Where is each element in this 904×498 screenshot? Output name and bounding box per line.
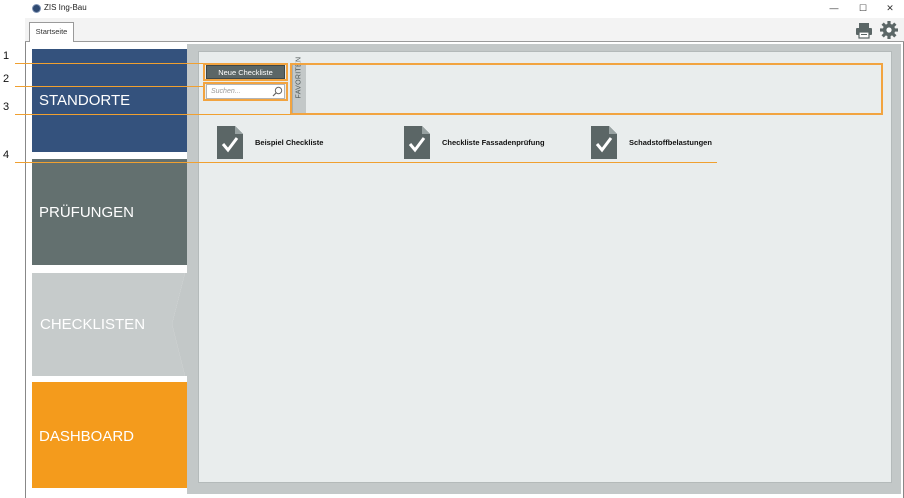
callout-number: 1 xyxy=(3,50,10,62)
callout-line-4 xyxy=(15,162,717,163)
callout-highlight-search xyxy=(203,82,288,101)
window-title: ZIS Ing-Bau xyxy=(44,3,87,12)
checklist-label: Schadstoffbelastungen xyxy=(629,138,712,147)
nav-label: STANDORTE xyxy=(39,92,131,109)
checklist-area xyxy=(198,51,892,483)
minimize-button[interactable]: — xyxy=(822,1,846,16)
nav-pruefungen[interactable]: PRÜFUNGEN xyxy=(32,159,187,265)
callout-number: 4 xyxy=(3,149,10,161)
maximize-button[interactable]: ☐ xyxy=(851,1,875,16)
checklist-item[interactable]: Beispiel Checkliste xyxy=(217,126,367,160)
nav-label: CHECKLISTEN xyxy=(40,316,146,333)
callout-line-2 xyxy=(15,86,203,87)
tab-strip xyxy=(25,18,904,42)
callout-number: 3 xyxy=(3,101,10,113)
gear-icon[interactable] xyxy=(880,21,898,39)
printer-icon[interactable] xyxy=(855,21,873,39)
callout-highlight-favorites xyxy=(290,63,883,115)
title-bar xyxy=(25,0,904,18)
callout-line-3 xyxy=(15,114,291,115)
tab-startseite[interactable]: Startseite xyxy=(29,22,74,42)
checklist-label: Beispiel Checkliste xyxy=(255,138,324,147)
nav-standorte[interactable]: STANDORTE xyxy=(32,49,187,152)
nav-dashboard[interactable]: DASHBOARD xyxy=(32,382,187,488)
close-button[interactable]: ✕ xyxy=(878,1,902,16)
nav-label: DASHBOARD xyxy=(39,428,135,445)
nav-label: PRÜFUNGEN xyxy=(39,204,135,221)
callout-line-1 xyxy=(15,63,203,64)
checklist-item[interactable]: Schadstoffbelastungen xyxy=(591,126,741,160)
callout-highlight-new-checklist xyxy=(203,63,288,81)
callout-number: 2 xyxy=(3,73,10,85)
app-icon xyxy=(32,4,41,13)
checklist-label: Checkliste Fassadenprüfung xyxy=(442,138,545,147)
checklist-document-icon xyxy=(591,126,617,159)
checklist-item[interactable]: Checkliste Fassadenprüfung xyxy=(404,126,574,160)
checklist-document-icon xyxy=(217,126,243,159)
checklist-document-icon xyxy=(404,126,430,159)
